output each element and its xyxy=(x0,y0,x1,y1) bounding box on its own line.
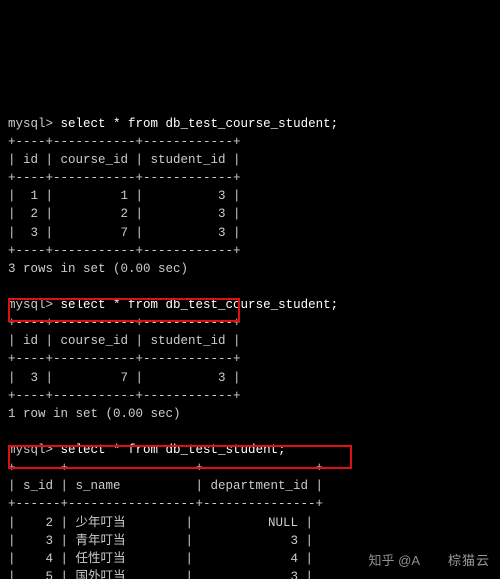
status-line: 3 rows in set (0.00 sec) xyxy=(8,262,188,276)
table-row: | 2 | 少年叮当 | NULL | xyxy=(8,516,313,530)
status-line: 1 row in set (0.00 sec) xyxy=(8,407,181,421)
mysql-prompt: mysql> xyxy=(8,117,53,131)
table-header: | s_id | s_name | department_id | xyxy=(8,479,323,493)
table-row: | 2 | 2 | 3 | xyxy=(8,207,241,221)
sql-command-3: select * from db_test_student; xyxy=(61,443,286,457)
table-separator: +----+-----------+------------+ xyxy=(8,171,241,185)
table-row: | 4 | 任性叮当 | 4 | xyxy=(8,552,313,566)
table-separator: +----+-----------+------------+ xyxy=(8,389,241,403)
table-row: | 1 | 1 | 3 | xyxy=(8,189,241,203)
table-row: | 5 | 国外叮当 | 3 | xyxy=(8,570,313,579)
brand-watermark: 棕猫云 xyxy=(448,552,490,571)
table-header: | id | course_id | student_id | xyxy=(8,153,241,167)
table-separator: +----+-----------+------------+ xyxy=(8,352,241,366)
table-separator: +------+-----------------+--------------… xyxy=(8,497,323,511)
table-row: | 3 | 青年叮当 | 3 | xyxy=(8,534,313,548)
table-separator: +----+-----------+------------+ xyxy=(8,316,241,330)
sql-command-2: select * from db_test_course_student; xyxy=(61,298,339,312)
terminal-output: mysql> select * from db_test_course_stud… xyxy=(0,91,500,579)
table-row: | 3 | 7 | 3 | xyxy=(8,371,241,385)
table-header: | id | course_id | student_id | xyxy=(8,334,241,348)
table-separator: +----+-----------+------------+ xyxy=(8,244,241,258)
sql-command-1: select * from db_test_course_student; xyxy=(61,117,339,131)
zhihu-watermark: 知乎 @A xyxy=(369,552,420,571)
mysql-prompt: mysql> xyxy=(8,298,53,312)
table-separator: +------+-----------------+--------------… xyxy=(8,461,323,475)
table-row: | 3 | 7 | 3 | xyxy=(8,226,241,240)
table-separator: +----+-----------+------------+ xyxy=(8,135,241,149)
mysql-prompt: mysql> xyxy=(8,443,53,457)
